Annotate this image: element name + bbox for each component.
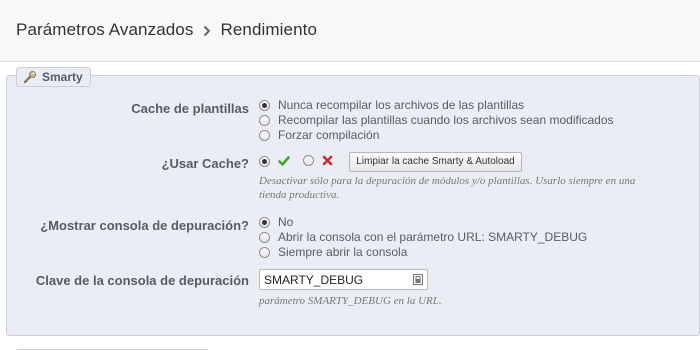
key-icon bbox=[413, 274, 423, 285]
panel-legend: Smarty bbox=[16, 67, 91, 87]
radio-option-consola-no[interactable]: No bbox=[259, 215, 293, 229]
mostrar-consola-label: ¿Mostrar consola de depuración? bbox=[40, 218, 249, 233]
chevron-right-icon bbox=[203, 25, 211, 37]
divider bbox=[17, 349, 208, 350]
usar-cache-help-line2: tienda productiva. bbox=[259, 189, 340, 201]
breadcrumb-item-rendimiento: Rendimiento bbox=[220, 20, 318, 39]
radio-button[interactable] bbox=[259, 114, 270, 126]
radio-button[interactable] bbox=[259, 99, 270, 111]
radio-option-consola-url[interactable]: Abrir la consola con el parámetro URL: S… bbox=[259, 230, 587, 244]
breadcrumb-item-parametros-avanzados[interactable]: Parámetros Avanzados bbox=[16, 20, 193, 39]
radio-option-label: Nunca recompilar los archivos de las pla… bbox=[278, 98, 525, 112]
clave-consola-input[interactable] bbox=[260, 270, 400, 289]
radio-option-cache-yes[interactable] bbox=[259, 155, 290, 167]
usar-cache-label: ¿Usar Cache? bbox=[161, 156, 249, 171]
cache-plantillas-label: Cache de plantillas bbox=[131, 101, 249, 116]
radio-button[interactable] bbox=[259, 246, 270, 258]
radio-option-consola-siempre[interactable]: Siempre abrir la consola bbox=[259, 245, 407, 259]
radio-option-label: Forzar compilación bbox=[278, 128, 380, 142]
radio-button[interactable] bbox=[259, 231, 270, 243]
radio-option-forzar-compilacion[interactable]: Forzar compilación bbox=[259, 128, 379, 142]
wrench-icon bbox=[23, 70, 37, 84]
clave-consola-label: Clave de la consola de depuración bbox=[35, 273, 249, 288]
clave-consola-field[interactable] bbox=[259, 269, 428, 290]
checkmark-icon bbox=[278, 156, 290, 166]
x-icon bbox=[322, 155, 333, 166]
radio-option-recompilar-modificados[interactable]: Recompilar las plantillas cuando los arc… bbox=[259, 113, 614, 127]
radio-button[interactable] bbox=[303, 155, 314, 166]
usar-cache-help-line1: Desactivar sólo para la depuración de mó… bbox=[259, 175, 636, 187]
radio-option-label: No bbox=[278, 215, 294, 229]
breadcrumb: Parámetros Avanzados Rendimiento bbox=[16, 20, 317, 40]
radio-button[interactable] bbox=[259, 129, 270, 141]
radio-option-label: Siempre abrir la consola bbox=[278, 245, 408, 259]
radio-button[interactable] bbox=[259, 216, 270, 228]
clave-consola-help: parámetro SMARTY_DEBUG en la URL. bbox=[259, 295, 442, 307]
radio-button[interactable] bbox=[259, 155, 270, 167]
clear-cache-button[interactable]: Limpiar la cache Smarty & Autoload bbox=[349, 152, 522, 172]
radio-option-label: Abrir la consola con el parámetro URL: S… bbox=[278, 230, 588, 244]
radio-option-label: Recompilar las plantillas cuando los arc… bbox=[278, 113, 614, 127]
panel-title: Smarty bbox=[42, 70, 83, 84]
radio-option-cache-no[interactable] bbox=[303, 155, 333, 166]
radio-option-nunca-recompilar[interactable]: Nunca recompilar los archivos de las pla… bbox=[259, 98, 524, 112]
page-header: Parámetros Avanzados Rendimiento bbox=[0, 0, 700, 62]
